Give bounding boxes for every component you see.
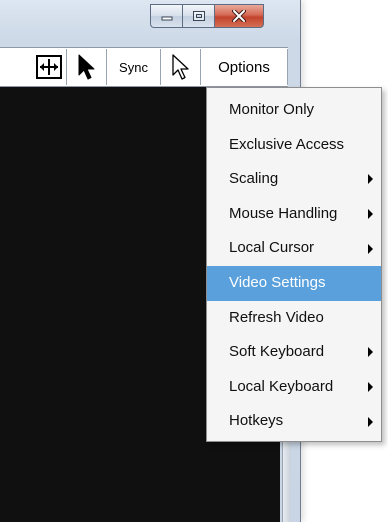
maximize-button[interactable]	[182, 4, 214, 28]
submenu-arrow-icon	[368, 243, 373, 254]
menu-item-mouse-handling[interactable]: Mouse Handling	[207, 197, 381, 232]
submenu-arrow-icon	[368, 174, 373, 185]
menu-item-exclusive-access[interactable]: Exclusive Access	[207, 128, 381, 163]
submenu-arrow-icon	[368, 347, 373, 358]
menu-item-label: Local Keyboard	[229, 377, 334, 395]
submenu-arrow-icon	[368, 416, 373, 427]
maximize-icon	[192, 11, 205, 21]
menu-item-label: Local Cursor	[229, 239, 315, 257]
menu-item-refresh-video[interactable]: Refresh Video	[207, 301, 381, 336]
title-bar[interactable]	[0, 0, 300, 44]
pointer-icon	[171, 54, 189, 80]
sync-button[interactable]: Sync	[106, 49, 160, 85]
options-button[interactable]: Options	[200, 49, 288, 85]
submenu-arrow-icon	[368, 382, 373, 393]
menu-item-label: Exclusive Access	[229, 135, 345, 153]
menu-item-label: Mouse Handling	[229, 204, 338, 222]
options-label: Options	[218, 58, 270, 76]
menu-item-video-settings[interactable]: Video Settings	[207, 265, 381, 301]
cursor-button[interactable]	[66, 49, 106, 85]
menu-item-soft-keyboard[interactable]: Soft Keyboard	[207, 335, 381, 370]
menu-item-label: Scaling	[229, 170, 279, 188]
cursor-icon	[78, 54, 94, 80]
menu-item-local-keyboard[interactable]: Local Keyboard	[207, 370, 381, 405]
menu-item-scaling[interactable]: Scaling	[207, 162, 381, 197]
menu-item-monitor-only[interactable]: Monitor Only	[207, 93, 381, 128]
options-menu: Monitor Only Exclusive Access Scaling Mo…	[206, 87, 382, 442]
close-icon	[232, 10, 246, 22]
menu-item-local-cursor[interactable]: Local Cursor	[207, 231, 381, 266]
caption-buttons	[150, 4, 264, 30]
sync-label: Sync	[119, 59, 148, 75]
fit-to-window-icon	[36, 55, 62, 79]
pointer-button[interactable]	[160, 49, 200, 85]
menu-item-label: Monitor Only	[229, 101, 315, 118]
menu-item-label: Hotkeys	[229, 412, 284, 430]
menu-item-label: Refresh Video	[229, 308, 324, 326]
minimize-button[interactable]	[150, 4, 182, 28]
toolbar: Sync Options	[0, 47, 288, 87]
submenu-arrow-icon	[368, 209, 373, 220]
menu-item-hotkeys[interactable]: Hotkeys	[207, 404, 381, 439]
minimize-icon	[161, 16, 172, 21]
menu-item-label: Video Settings	[229, 273, 326, 291]
fit-to-window-button[interactable]	[4, 49, 66, 85]
menu-item-label: Soft Keyboard	[229, 343, 325, 361]
close-button[interactable]	[214, 4, 264, 28]
